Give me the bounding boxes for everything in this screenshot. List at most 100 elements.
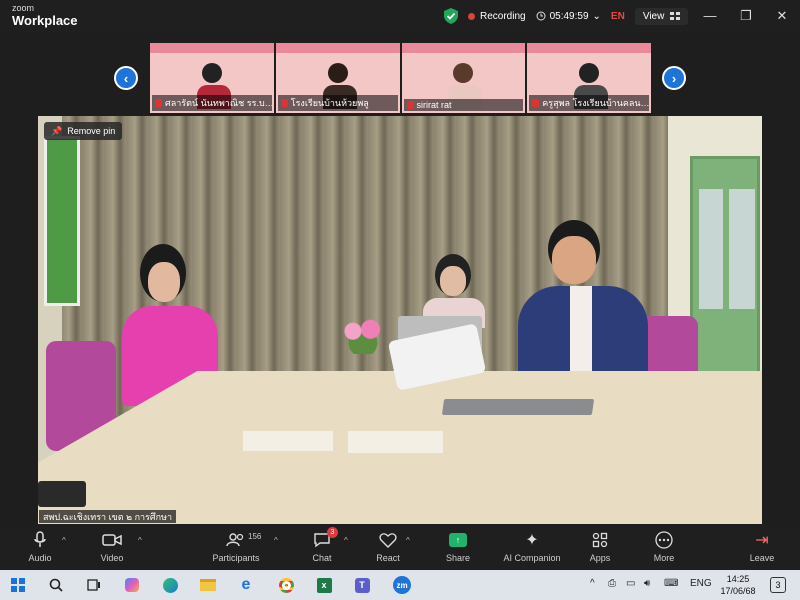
microphone-icon bbox=[34, 531, 46, 547]
system-clock[interactable]: 14:25 17/06/68 bbox=[716, 573, 760, 597]
participant-name: ศลารัตน์ นันทพาณิช รร.บ… bbox=[165, 98, 272, 108]
participant-name: ครูสุพล โรงเรียนบ้านคลน… bbox=[542, 98, 649, 108]
encryption-shield-icon[interactable] bbox=[444, 8, 458, 24]
volume-icon[interactable]: 🔊︎ bbox=[644, 578, 650, 589]
search-icon[interactable] bbox=[46, 575, 66, 595]
video-label: Video bbox=[100, 553, 124, 563]
internet-explorer-icon[interactable]: e bbox=[236, 575, 256, 595]
copilot-icon[interactable] bbox=[122, 575, 142, 595]
audio-button[interactable]: Audio bbox=[5, 530, 75, 563]
participants-icon bbox=[226, 533, 244, 547]
ai-companion-button[interactable]: ✦ AI Companion bbox=[497, 530, 567, 563]
react-options-caret-icon[interactable]: ^ bbox=[406, 536, 410, 545]
apps-button[interactable]: Apps bbox=[565, 530, 635, 563]
participant-thumbnail[interactable]: โรงเรียนบ้านห้วยพลู bbox=[275, 43, 400, 113]
zoom-window: zoom Workplace Recording 05:49:59 ⌄ EN V… bbox=[0, 0, 800, 570]
clock-time: 14:25 bbox=[726, 574, 750, 584]
view-button[interactable]: View bbox=[634, 7, 689, 25]
flower-arrangement bbox=[338, 316, 388, 354]
chat-label: Chat bbox=[312, 553, 332, 563]
video-options-caret-icon[interactable]: ^ bbox=[138, 536, 142, 545]
minimize-icon[interactable]: — bbox=[700, 8, 720, 23]
notification-center-button[interactable]: 3 bbox=[770, 577, 786, 593]
audio-label: Audio bbox=[28, 553, 52, 563]
edge-browser-icon[interactable] bbox=[160, 575, 180, 595]
heart-icon bbox=[379, 533, 397, 548]
meeting-timer: 05:49:59 ⌄ bbox=[536, 11, 601, 22]
remove-pin-label: Remove pin bbox=[67, 126, 116, 136]
tray-overflow-chevron-icon[interactable]: ^ bbox=[590, 578, 595, 589]
video-button[interactable]: Video bbox=[77, 530, 147, 563]
excel-icon[interactable]: x bbox=[314, 575, 334, 595]
file-explorer-icon[interactable] bbox=[198, 575, 218, 595]
participants-count: 156 bbox=[248, 532, 262, 541]
participants-label: Participants bbox=[212, 553, 260, 563]
next-page-button[interactable]: › bbox=[662, 66, 686, 90]
leave-door-icon: ⇥ bbox=[755, 532, 769, 549]
recording-label: Recording bbox=[480, 10, 526, 22]
clock-date: 17/06/68 bbox=[720, 586, 756, 596]
participant-thumbnail[interactable]: sirirat rat bbox=[401, 43, 526, 113]
meet-now-icon[interactable]: ⎙ bbox=[608, 578, 616, 589]
close-icon[interactable]: ✕ bbox=[772, 8, 792, 24]
chat-unread-badge: 3 bbox=[327, 527, 338, 538]
share-label: Share bbox=[445, 553, 471, 563]
language-interpretation[interactable]: EN bbox=[611, 11, 625, 22]
camera-icon bbox=[102, 534, 122, 546]
recording-dot-icon bbox=[468, 12, 475, 20]
brand-large: Workplace bbox=[12, 13, 78, 28]
teams-icon[interactable]: T bbox=[352, 575, 372, 595]
clock-icon bbox=[536, 11, 546, 21]
muted-mic-icon bbox=[280, 99, 288, 107]
laptop-closed bbox=[441, 399, 595, 415]
participant-strip: ศลารัตน์ นันทพาณิช รร.บ… โรงเรียนบ้านห้ว… bbox=[150, 43, 651, 113]
participants-button[interactable]: 156 Participants bbox=[201, 530, 271, 563]
chevron-down-icon[interactable]: ⌄ bbox=[593, 11, 601, 22]
restore-icon[interactable]: ❐ bbox=[736, 8, 756, 24]
muted-mic-icon bbox=[406, 101, 414, 109]
pinned-video[interactable] bbox=[38, 116, 762, 524]
participant-thumbnail[interactable]: ครูสุพล โรงเรียนบ้านคลน… bbox=[527, 43, 651, 113]
person-center bbox=[423, 254, 493, 328]
app-brand: zoom Workplace bbox=[12, 3, 78, 28]
previous-page-button[interactable]: ‹ bbox=[114, 66, 138, 90]
react-label: React bbox=[376, 553, 400, 563]
muted-mic-icon bbox=[532, 99, 540, 107]
apps-label: Apps bbox=[589, 553, 611, 563]
view-label: View bbox=[642, 10, 665, 22]
task-view-icon[interactable] bbox=[84, 575, 104, 595]
grid-view-icon bbox=[670, 12, 681, 20]
chat-button[interactable]: 3 Chat bbox=[287, 527, 357, 563]
keyboard-icon[interactable]: ⌨ bbox=[664, 578, 678, 589]
participant-name: sirirat rat bbox=[416, 100, 452, 110]
speaker-name-label: สพป.ฉะเชิงเทรา เขต ๒ การศึกษา bbox=[39, 510, 177, 523]
audio-options-caret-icon[interactable]: ^ bbox=[62, 536, 66, 545]
title-bar: zoom Workplace Recording 05:49:59 ⌄ EN V… bbox=[0, 0, 800, 34]
remove-pin-button[interactable]: 📌 Remove pin bbox=[44, 122, 123, 140]
network-icon[interactable]: ▭ bbox=[626, 578, 635, 589]
participant-thumbnail[interactable]: ศลารัตน์ นันทพาณิช รร.บ… bbox=[150, 43, 274, 113]
share-screen-icon: ↑ bbox=[449, 533, 467, 547]
react-button[interactable]: React bbox=[353, 530, 423, 563]
participant-name: โรงเรียนบ้านห้วยพลู bbox=[290, 98, 369, 108]
apps-icon bbox=[592, 532, 608, 548]
zoom-taskbar-icon[interactable]: zm bbox=[390, 575, 414, 595]
chrome-icon[interactable] bbox=[276, 575, 296, 595]
brand-small: zoom bbox=[12, 3, 35, 13]
leave-button[interactable]: ⇥ Leave bbox=[727, 530, 797, 563]
windows-start-icon[interactable] bbox=[8, 575, 28, 595]
timer-value: 05:49:59 bbox=[549, 10, 589, 22]
ai-companion-label: AI Companion bbox=[503, 553, 561, 563]
windows-taskbar: e x T zm ^ ⎙ ▭ 🔊︎ ⌨ ENG 14:25 17/06/68 3 bbox=[0, 570, 800, 600]
sparkle-icon: ✦ bbox=[525, 532, 539, 549]
chat-options-caret-icon[interactable]: ^ bbox=[344, 536, 348, 545]
share-button[interactable]: ↑ Share bbox=[423, 530, 493, 563]
more-label: More bbox=[653, 553, 675, 563]
participants-options-caret-icon[interactable]: ^ bbox=[274, 536, 278, 545]
input-language[interactable]: ENG bbox=[690, 578, 712, 589]
green-board bbox=[44, 136, 80, 306]
recording-indicator[interactable]: Recording bbox=[468, 11, 526, 22]
keyboard bbox=[38, 481, 86, 507]
more-button[interactable]: More bbox=[629, 530, 699, 563]
pin-icon: 📌 bbox=[51, 125, 63, 136]
